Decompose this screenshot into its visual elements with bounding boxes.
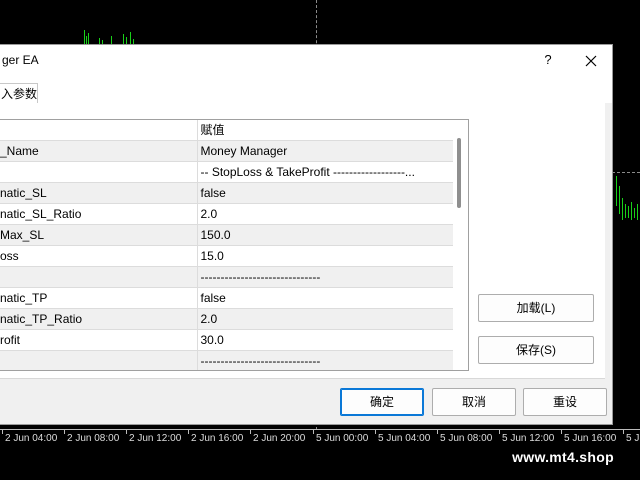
chart-candle	[622, 198, 623, 220]
axis-tick	[623, 430, 624, 434]
axis-tick	[375, 430, 376, 434]
axis-label: 2 Jun 16:00	[191, 433, 244, 444]
chart-candle	[631, 202, 632, 220]
axis-label: 2 Jun 04:00	[5, 433, 58, 444]
load-button[interactable]: 加载(L)	[478, 294, 594, 322]
chart-candle	[126, 37, 127, 44]
table-row[interactable]: ------------------------------	[0, 350, 455, 370]
watermark: www.mt4.shop	[497, 444, 629, 470]
param-name: _Name	[0, 140, 198, 162]
param-value[interactable]: 150.0	[197, 224, 455, 246]
chart-candle	[628, 206, 629, 218]
chart-candle	[616, 176, 617, 206]
param-name: rofit	[0, 329, 198, 351]
axis-tick	[561, 430, 562, 434]
chart-candle	[84, 30, 85, 44]
reset-button[interactable]: 重设	[523, 388, 607, 416]
param-name: Max_SL	[0, 224, 198, 246]
param-name	[0, 161, 198, 183]
param-name: natic_SL_Ratio	[0, 203, 198, 225]
param-value[interactable]: ------------------------------	[197, 350, 455, 370]
axis-label: 5 Jun 00:00	[316, 433, 369, 444]
axis-tick	[250, 430, 251, 434]
chart-candle	[625, 204, 626, 218]
axis-tick	[499, 430, 500, 434]
table-row[interactable]: -- StopLoss & TakeProfit ---------------…	[0, 161, 455, 183]
axis-tick	[437, 430, 438, 434]
param-value[interactable]: 2.0	[197, 308, 455, 330]
axis-label: 2 Jun 12:00	[129, 433, 182, 444]
param-value[interactable]: Money Manager	[197, 140, 455, 162]
axis-tick	[64, 430, 65, 434]
table-row[interactable]: ------------------------------	[0, 266, 455, 288]
close-button[interactable]	[577, 48, 605, 72]
table-row[interactable]: natic_TP false	[0, 287, 455, 309]
dialog-title: ger EA	[2, 53, 39, 67]
axis-tick	[188, 430, 189, 434]
param-name	[0, 350, 198, 370]
chart-candle	[619, 186, 620, 214]
chart-candle	[634, 208, 635, 218]
param-value[interactable]: false	[197, 182, 455, 204]
axis-label: 5 Jun 04:00	[378, 433, 431, 444]
scrollbar-thumb[interactable]	[457, 138, 461, 208]
param-name: natic_TP_Ratio	[0, 308, 198, 330]
table-row[interactable]: oss 15.0	[0, 245, 455, 267]
chart-candle	[88, 33, 89, 44]
cancel-button[interactable]: 取消	[432, 388, 516, 416]
table-row[interactable]: natic_SL false	[0, 182, 455, 204]
axis-label: 5 Jun 12:00	[502, 433, 555, 444]
param-value[interactable]: -- StopLoss & TakeProfit ---------------…	[197, 161, 455, 183]
vertical-scrollbar[interactable]	[453, 120, 466, 370]
param-name: natic_SL	[0, 182, 198, 204]
param-value[interactable]: false	[197, 287, 455, 309]
param-name: natic_TP	[0, 287, 198, 309]
chart-candle	[130, 32, 131, 44]
param-value[interactable]: 30.0	[197, 329, 455, 351]
param-value[interactable]: 2.0	[197, 203, 455, 225]
table-row[interactable]: rofit 30.0	[0, 329, 455, 351]
param-name	[0, 266, 198, 288]
axis-tick	[126, 430, 127, 434]
help-button[interactable]: ?	[538, 49, 558, 71]
table-row[interactable]: natic_TP_Ratio 2.0	[0, 308, 455, 330]
table-header-row: 赋值	[0, 120, 455, 141]
parameters-grid: 赋值 _Name Money Manager -- StopLoss & Tak…	[0, 119, 469, 371]
param-value[interactable]: 15.0	[197, 245, 455, 267]
axis-label: 2 Jun 08:00	[67, 433, 120, 444]
dialog-titlebar[interactable]: ger EA ?	[0, 45, 612, 75]
chart-candle	[637, 204, 638, 220]
table-row[interactable]: _Name Money Manager	[0, 140, 455, 162]
axis-label: 5 Jun	[626, 433, 640, 444]
axis-label: 5 Jun 08:00	[440, 433, 493, 444]
axis-tick	[313, 430, 314, 434]
column-header-variable[interactable]	[0, 120, 198, 141]
table-row[interactable]: Max_SL 150.0	[0, 224, 455, 246]
chart-candle	[111, 36, 112, 44]
axis-tick	[2, 430, 3, 434]
parameters-table: 赋值 _Name Money Manager -- StopLoss & Tak…	[0, 120, 455, 370]
chart-candle	[123, 34, 124, 44]
tab-bar: 入参数	[0, 75, 612, 103]
param-value[interactable]: ------------------------------	[197, 266, 455, 288]
table-row[interactable]: natic_SL_Ratio 2.0	[0, 203, 455, 225]
ea-properties-dialog: ger EA ? 入参数 赋值 _Name Money Manager -- S…	[0, 44, 613, 425]
column-header-value[interactable]: 赋值	[197, 120, 455, 141]
chart-candle	[86, 36, 87, 44]
axis-label: 2 Jun 20:00	[253, 433, 306, 444]
axis-label: 5 Jun 16:00	[564, 433, 617, 444]
ok-button[interactable]: 确定	[340, 388, 424, 416]
close-icon	[585, 55, 597, 67]
tab-inputs[interactable]: 入参数	[0, 83, 38, 103]
save-button[interactable]: 保存(S)	[478, 336, 594, 364]
param-name: oss	[0, 245, 198, 267]
chart-grid-line	[612, 172, 640, 173]
